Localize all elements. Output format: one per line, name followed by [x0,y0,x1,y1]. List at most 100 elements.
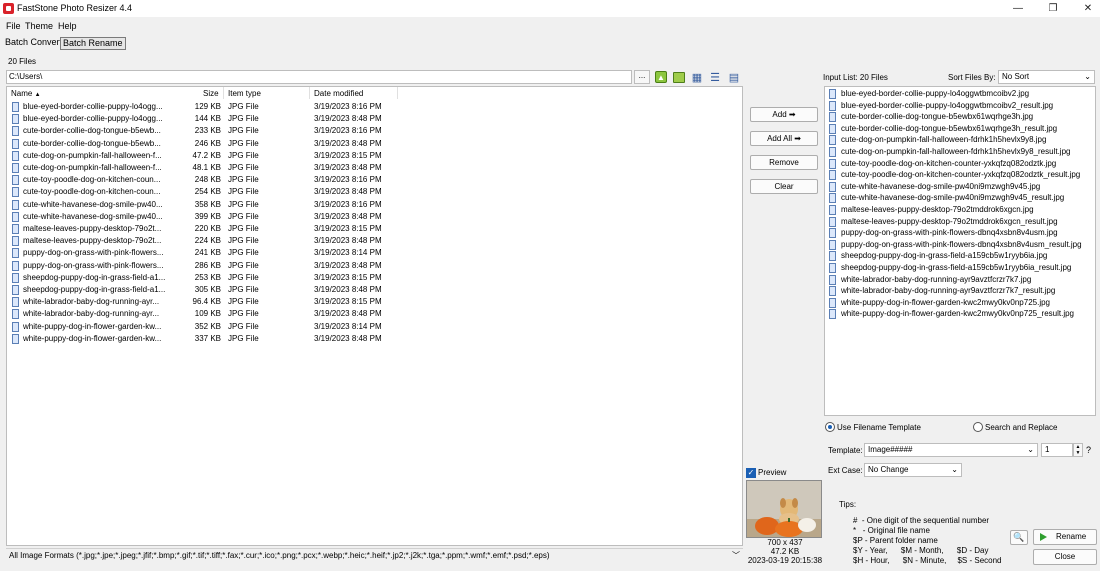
image-file-icon [829,89,836,99]
menu-help[interactable]: Help [58,21,77,31]
list-item[interactable]: white-puppy-dog-in-flower-garden-kwc2mwy… [825,297,1095,309]
file-date: 3/19/2023 8:15 PM [314,150,382,160]
header-name[interactable]: Name ▲ [11,89,41,98]
table-row[interactable]: white-labrador-baby-dog-running-ayr... 96… [7,296,742,308]
start-number-stepper[interactable]: ▲ ▼ [1073,443,1083,457]
list-item[interactable]: puppy-dog-on-grass-with-pink-flowers-dbn… [825,227,1095,239]
add-all-button[interactable]: Add All ➡ [750,131,818,146]
menu-theme[interactable]: Theme [25,21,53,31]
files-count: 20 Files [8,57,37,66]
image-file-icon [829,263,836,273]
list-item[interactable]: maltese-leaves-puppy-desktop-79o2tmddrok… [825,216,1095,228]
chevron-down-icon: ⌄ [1084,72,1091,81]
list-item[interactable]: white-labrador-baby-dog-running-ayr9avzt… [825,274,1095,286]
list-item[interactable]: sheepdog-puppy-dog-in-grass-field-a159cb… [825,250,1095,262]
table-row[interactable]: cute-border-collie-dog-tongue-b5ewb... 23… [7,125,742,137]
file-type-filter[interactable]: All Image Formats (*.jpg;*.jpe;*.jpeg;*.… [6,548,743,562]
table-row[interactable]: sheepdog-puppy-dog-in-grass-field-a1... 2… [7,272,742,284]
table-row[interactable]: maltese-leaves-puppy-desktop-79o2t... 220… [7,223,742,235]
rename-button-label: Rename [1056,532,1087,541]
preview-rename-button[interactable]: 🔍 [1010,530,1028,545]
table-row[interactable]: maltese-leaves-puppy-desktop-79o2t... 224… [7,235,742,247]
filter-value: All Image Formats (*.jpg;*.jpe;*.jpeg;*.… [9,551,550,560]
list-item[interactable]: cute-border-collie-dog-tongue-b5ewbx61wq… [825,111,1095,123]
list-item[interactable]: sheepdog-puppy-dog-in-grass-field-a159cb… [825,262,1095,274]
list-item[interactable]: cute-toy-poodle-dog-on-kitchen-counter-y… [825,158,1095,170]
thumbnail-view-icon[interactable]: ▦ [690,70,704,84]
list-item[interactable]: cute-dog-on-pumpkin-fall-halloween-fdrhk… [825,146,1095,158]
table-row[interactable]: cute-toy-poodle-dog-on-kitchen-coun... 24… [7,174,742,186]
file-type: JPG File [228,211,259,221]
table-row[interactable]: cute-white-havanese-dog-smile-pw40... 358… [7,199,742,211]
template-radio-label: Use Filename Template [837,423,921,432]
table-row[interactable]: white-labrador-baby-dog-running-ayr... 10… [7,308,742,320]
list-item[interactable]: cute-white-havanese-dog-smile-pw40ni9mzw… [825,192,1095,204]
add-button[interactable]: Add ➡ [750,107,818,122]
list-item[interactable]: cute-white-havanese-dog-smile-pw40ni9mzw… [825,181,1095,193]
table-row[interactable]: cute-dog-on-pumpkin-fall-halloween-f... 4… [7,162,742,174]
list-item[interactable]: cute-toy-poodle-dog-on-kitchen-counter-y… [825,169,1095,181]
list-item[interactable]: white-labrador-baby-dog-running-ayr9avzt… [825,285,1095,297]
list-item[interactable]: blue-eyed-border-collie-puppy-lo4oggwtbm… [825,100,1095,112]
browse-button[interactable]: ... [634,70,650,84]
table-row[interactable]: puppy-dog-on-grass-with-pink-flowers... 2… [7,260,742,272]
clear-button[interactable]: Clear [750,179,818,194]
input-file-name: cute-dog-on-pumpkin-fall-halloween-fdrhk… [841,135,1047,145]
table-row[interactable]: puppy-dog-on-grass-with-pink-flowers... 2… [7,247,742,259]
file-name: cute-toy-poodle-dog-on-kitchen-coun... [23,175,161,185]
close-button[interactable]: Close [1033,549,1097,565]
input-file-name: sheepdog-puppy-dog-in-grass-field-a159cb… [841,251,1048,261]
preview-checkbox[interactable]: ✓ [746,468,756,478]
file-type: JPG File [228,114,259,124]
file-type: JPG File [228,248,259,258]
start-number-input[interactable]: 1 [1041,443,1073,457]
sort-asc-icon: ▲ [34,92,41,98]
table-row[interactable]: white-puppy-dog-in-flower-garden-kw... 33… [7,333,742,345]
path-input[interactable]: C:\Users\ [6,70,632,84]
table-row[interactable]: blue-eyed-border-collie-puppy-lo4ogg... 1… [7,113,742,125]
template-input[interactable]: Image##### ⌄ [864,443,1038,457]
tab-batch-convert[interactable]: Batch Convert [3,37,64,50]
list-view-icon[interactable]: ☰ [708,70,722,84]
file-size: 144 KB [194,114,221,124]
input-file-name: white-labrador-baby-dog-running-ayr9avzt… [841,274,1032,284]
folder-up-icon[interactable]: ▲ [655,71,667,83]
table-row[interactable]: sheepdog-puppy-dog-in-grass-field-a1... 3… [7,284,742,296]
table-row[interactable]: white-puppy-dog-in-flower-garden-kw... 35… [7,321,742,333]
list-item[interactable]: maltese-leaves-puppy-desktop-79o2tmddrok… [825,204,1095,216]
image-file-icon [12,309,19,320]
list-item[interactable]: puppy-dog-on-grass-with-pink-flowers-dbn… [825,239,1095,251]
list-item[interactable]: cute-border-collie-dog-tongue-b5ewbx61wq… [825,123,1095,135]
list-item[interactable]: cute-dog-on-pumpkin-fall-halloween-fdrhk… [825,134,1095,146]
table-row[interactable]: cute-white-havanese-dog-smile-pw40... 399… [7,211,742,223]
input-list[interactable]: blue-eyed-border-collie-puppy-lo4oggwtbm… [824,86,1096,416]
list-item[interactable]: blue-eyed-border-collie-puppy-lo4oggwtbm… [825,88,1095,100]
ext-case-select[interactable]: No Change ⌄ [864,463,962,477]
close-window-button[interactable]: ✕ [1071,0,1100,17]
menu-file[interactable]: File [6,21,21,31]
list-item[interactable]: white-puppy-dog-in-flower-garden-kwc2mwy… [825,308,1095,320]
maximize-button[interactable]: ❐ [1036,0,1070,17]
table-row[interactable]: cute-border-collie-dog-tongue-b5ewb... 24… [7,138,742,150]
rename-button[interactable]: Rename [1033,529,1097,545]
table-row[interactable]: cute-toy-poodle-dog-on-kitchen-coun... 25… [7,186,742,198]
table-row[interactable]: cute-dog-on-pumpkin-fall-halloween-f... 4… [7,150,742,162]
search-replace-radio[interactable] [973,422,983,432]
table-row[interactable]: blue-eyed-border-collie-puppy-lo4ogg... 1… [7,101,742,113]
input-file-name: cute-toy-poodle-dog-on-kitchen-counter-y… [841,158,1057,168]
header-type[interactable]: Item type [228,89,261,98]
title-bar: FastStone Photo Resizer 4.4 — ❐ ✕ [0,0,1100,17]
template-radio[interactable] [825,422,835,432]
file-list[interactable]: Name ▲ Size Item type Date modified blue… [6,86,743,546]
sort-select[interactable]: No Sort ⌄ [998,70,1095,84]
file-name: white-labrador-baby-dog-running-ayr... [23,297,160,307]
image-file-icon [12,248,19,259]
new-folder-icon[interactable] [673,72,685,83]
tab-batch-rename[interactable]: Batch Rename [60,37,126,50]
details-view-icon[interactable]: ▤ [727,70,741,84]
header-size[interactable]: Size [203,89,219,98]
remove-button[interactable]: Remove [750,155,818,170]
header-date[interactable]: Date modified [314,89,363,98]
minimize-button[interactable]: — [1001,0,1035,17]
template-help-icon[interactable]: ? [1086,445,1091,455]
